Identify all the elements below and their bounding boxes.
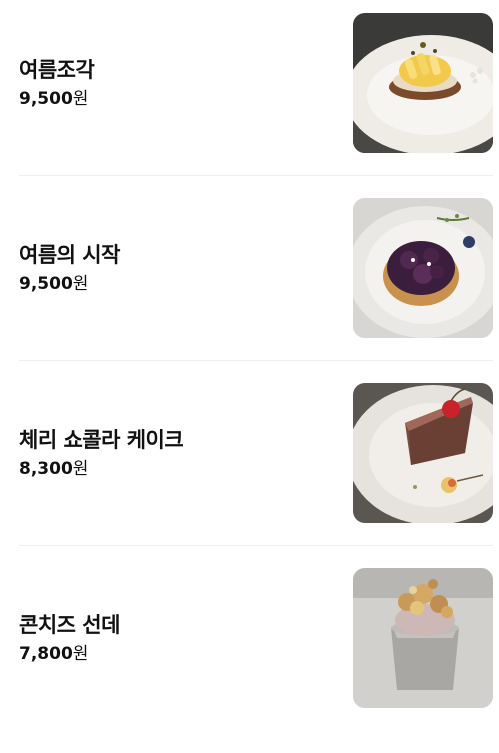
menu-list: 여름조각 9,500원 여름의 시작 9,500원 체리 쇼콜라 케이크 8,3… bbox=[0, 0, 499, 714]
menu-item-price-value: 9,500 bbox=[19, 274, 73, 294]
menu-item-name: 여름의 시작 bbox=[19, 243, 120, 267]
menu-item-price-value: 7,800 bbox=[19, 644, 73, 664]
menu-item-price: 8,300원 bbox=[19, 458, 183, 480]
menu-item-price-currency: 원 bbox=[72, 459, 89, 479]
menu-item-info: 체리 쇼콜라 케이크 8,300원 bbox=[19, 383, 184, 523]
menu-item-info: 여름의 시작 9,500원 bbox=[19, 198, 120, 338]
cake-photo-corn-cheese-sundae bbox=[353, 568, 493, 708]
menu-item-price-value: 8,300 bbox=[19, 459, 73, 479]
menu-item-price-value: 9,500 bbox=[19, 89, 73, 109]
menu-item[interactable]: 콘치즈 선데 7,800원 bbox=[0, 568, 499, 753]
menu-item-photo[interactable] bbox=[353, 568, 493, 708]
menu-item-price: 7,800원 bbox=[19, 643, 120, 665]
menu-item-photo[interactable] bbox=[353, 13, 493, 153]
cake-photo-blueberry-tart bbox=[353, 198, 493, 338]
menu-item-photo[interactable] bbox=[353, 383, 493, 523]
menu-item[interactable]: 여름조각 9,500원 bbox=[0, 13, 499, 198]
menu-item-price: 9,500원 bbox=[19, 88, 94, 110]
menu-item[interactable]: 여름의 시작 9,500원 bbox=[0, 198, 499, 383]
divider bbox=[19, 545, 493, 546]
menu-item[interactable]: 체리 쇼콜라 케이크 8,300원 bbox=[0, 383, 499, 568]
menu-item-name: 체리 쇼콜라 케이크 bbox=[19, 428, 184, 452]
menu-item-price: 9,500원 bbox=[19, 273, 120, 295]
menu-item-info: 여름조각 9,500원 bbox=[19, 13, 95, 153]
menu-item-photo[interactable] bbox=[353, 198, 493, 338]
menu-item-name: 콘치즈 선데 bbox=[19, 613, 120, 637]
cake-photo-chocolate-cherry-slice bbox=[353, 383, 493, 523]
divider bbox=[19, 360, 493, 361]
menu-item-price-currency: 원 bbox=[72, 644, 89, 664]
menu-item-name: 여름조각 bbox=[19, 58, 95, 82]
divider bbox=[19, 175, 493, 176]
cake-photo-yellow-fruit-tart bbox=[353, 13, 493, 153]
menu-item-price-currency: 원 bbox=[72, 274, 89, 294]
menu-item-info: 콘치즈 선데 7,800원 bbox=[19, 568, 120, 708]
menu-item-price-currency: 원 bbox=[72, 89, 89, 109]
